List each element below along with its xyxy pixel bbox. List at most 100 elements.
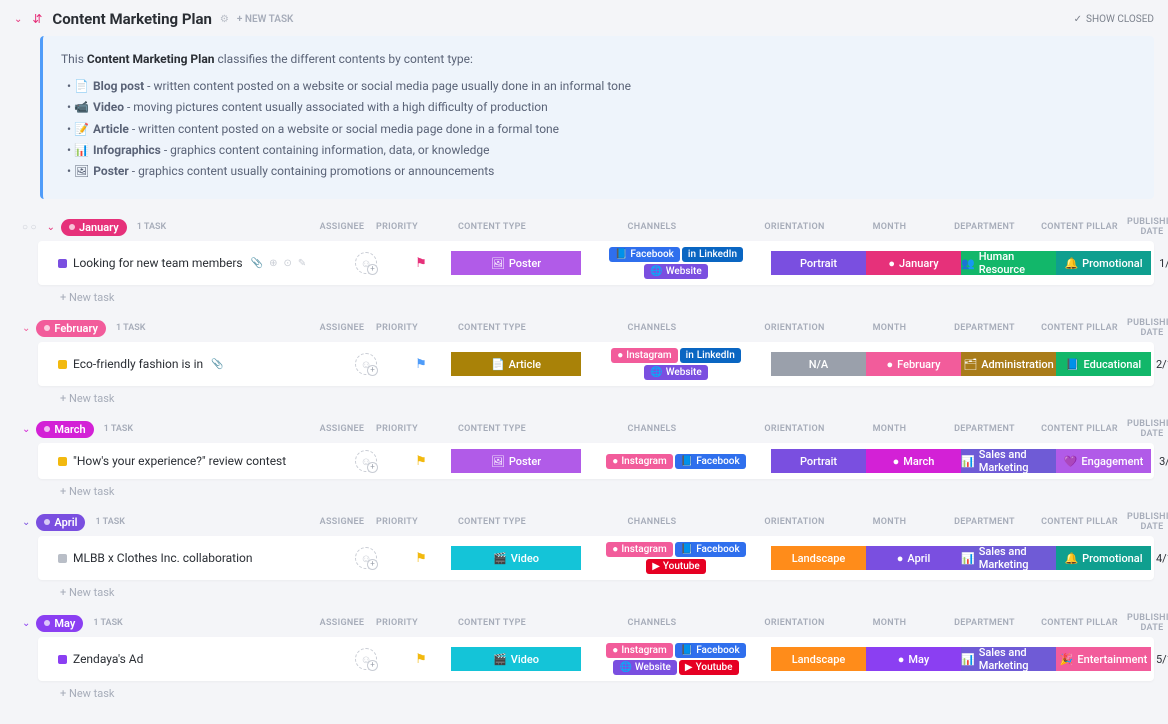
- channel-chip-facebook[interactable]: 📘Facebook: [675, 454, 746, 469]
- month-badge[interactable]: January: [61, 219, 127, 236]
- chevron-down-icon[interactable]: ⌄: [22, 618, 30, 629]
- assignee-cell[interactable]: ☺: [341, 547, 391, 569]
- task-name-cell[interactable]: Eco-friendly fashion is in📎: [46, 357, 341, 371]
- publishing-date[interactable]: 2/15/23: [1151, 358, 1168, 371]
- col-head-month[interactable]: MONTH: [842, 424, 937, 434]
- chevron-down-icon[interactable]: ⌄: [22, 517, 30, 528]
- col-head-publishing_date[interactable]: PUBLISHING DATE: [1127, 613, 1168, 633]
- channel-chip-website[interactable]: 🌐Website: [644, 264, 707, 279]
- priority-flag-icon[interactable]: ⚑: [391, 256, 451, 271]
- new-task-button[interactable]: + NEW TASK: [237, 14, 294, 25]
- col-head-month[interactable]: MONTH: [842, 618, 937, 628]
- task-row[interactable]: Eco-friendly fashion is in📎☺⚑📄Article●In…: [38, 342, 1154, 386]
- col-head-orientation[interactable]: ORIENTATION: [747, 424, 842, 434]
- col-head-channels[interactable]: CHANNELS: [557, 424, 747, 434]
- publishing-date[interactable]: 4/12/23: [1151, 552, 1168, 565]
- group-title[interactable]: ○ ○⌄January1 TASK: [22, 219, 317, 236]
- row-hover-controls[interactable]: ○ ○: [22, 222, 37, 233]
- orientation-cell[interactable]: Landscape: [771, 647, 866, 671]
- col-head-publishing_date[interactable]: PUBLISHING DATE: [1127, 419, 1168, 439]
- publishing-date[interactable]: 5/18/23: [1151, 653, 1168, 666]
- col-head-month[interactable]: MONTH: [842, 222, 937, 232]
- channels-cell[interactable]: 📘FacebookinLinkedIn🌐Website: [581, 247, 771, 279]
- status-square[interactable]: [58, 360, 67, 369]
- new-task-row[interactable]: + New task: [60, 291, 1154, 304]
- assignee-add-icon[interactable]: ☺: [355, 648, 377, 670]
- group-title[interactable]: ⌄May1 TASK: [22, 615, 317, 632]
- col-head-orientation[interactable]: ORIENTATION: [747, 323, 842, 333]
- col-head-content_type[interactable]: CONTENT TYPE: [427, 618, 557, 628]
- orientation-cell[interactable]: Portrait: [771, 251, 866, 275]
- month-cell[interactable]: ●March: [866, 449, 961, 473]
- channel-chip-instagram[interactable]: ●Instagram: [606, 454, 672, 469]
- orientation-cell[interactable]: N/A: [771, 352, 866, 376]
- col-head-content_pillar[interactable]: CONTENT PILLAR: [1032, 517, 1127, 527]
- channel-chip-website[interactable]: 🌐Website: [644, 365, 707, 380]
- col-head-publishing_date[interactable]: PUBLISHING DATE: [1127, 217, 1168, 237]
- col-head-department[interactable]: DEPARTMENT: [937, 618, 1032, 628]
- col-head-priority[interactable]: PRIORITY: [367, 618, 427, 628]
- channels-cell[interactable]: ●Instagram📘Facebook: [581, 454, 771, 469]
- content-type-cell[interactable]: 🖼Poster: [451, 251, 581, 275]
- collapse-all-icon[interactable]: ⌄: [14, 14, 22, 25]
- chevron-down-icon[interactable]: ⌄: [22, 323, 30, 334]
- col-head-orientation[interactable]: ORIENTATION: [747, 222, 842, 232]
- channel-chip-linkedin[interactable]: inLinkedIn: [680, 348, 741, 363]
- pillar-cell[interactable]: 🔔Promotional: [1056, 251, 1151, 275]
- status-square[interactable]: [58, 259, 67, 268]
- department-cell[interactable]: 👥Human Resource: [961, 251, 1056, 275]
- channels-cell[interactable]: ●InstagraminLinkedIn 🌐Website: [581, 348, 771, 380]
- gear-icon[interactable]: ⚙: [220, 14, 229, 25]
- assignee-add-icon[interactable]: ☺: [355, 252, 377, 274]
- paperclip-icon[interactable]: 📎: [211, 359, 223, 370]
- content-type-cell[interactable]: 📄Article: [451, 352, 581, 376]
- pillar-cell[interactable]: 📘Educational: [1056, 352, 1151, 376]
- channel-chip-instagram[interactable]: ●Instagram: [611, 348, 677, 363]
- col-head-content_type[interactable]: CONTENT TYPE: [427, 517, 557, 527]
- chevron-down-icon[interactable]: ⌄: [22, 424, 30, 435]
- col-head-content_pillar[interactable]: CONTENT PILLAR: [1032, 323, 1127, 333]
- col-head-content_type[interactable]: CONTENT TYPE: [427, 424, 557, 434]
- channel-chip-youtube[interactable]: ▶Youtube: [679, 660, 739, 675]
- new-task-row[interactable]: + New task: [60, 586, 1154, 599]
- col-head-orientation[interactable]: ORIENTATION: [747, 618, 842, 628]
- col-head-assignee[interactable]: ASSIGNEE: [317, 323, 367, 333]
- orientation-cell[interactable]: Portrait: [771, 449, 866, 473]
- month-badge[interactable]: May: [36, 615, 83, 632]
- col-head-priority[interactable]: PRIORITY: [367, 424, 427, 434]
- status-square[interactable]: [58, 554, 67, 563]
- col-head-assignee[interactable]: ASSIGNEE: [317, 424, 367, 434]
- row-action-icons[interactable]: ⊕⊙✎: [269, 258, 306, 269]
- task-name-cell[interactable]: MLBB x Clothes Inc. collaboration: [46, 551, 341, 565]
- col-head-channels[interactable]: CHANNELS: [557, 618, 747, 628]
- channels-cell[interactable]: ●Instagram📘Facebook▶Youtube: [581, 542, 771, 574]
- col-head-assignee[interactable]: ASSIGNEE: [317, 517, 367, 527]
- task-name-cell[interactable]: "How's your experience?" review contest: [46, 454, 341, 468]
- group-title[interactable]: ⌄February1 TASK: [22, 320, 317, 337]
- task-name-cell[interactable]: Looking for new team members📎⊕⊙✎: [46, 256, 341, 270]
- col-head-department[interactable]: DEPARTMENT: [937, 222, 1032, 232]
- col-head-publishing_date[interactable]: PUBLISHING DATE: [1127, 512, 1168, 532]
- group-title[interactable]: ⌄March1 TASK: [22, 421, 317, 438]
- channel-chip-website[interactable]: 🌐Website: [613, 660, 676, 675]
- channel-chip-facebook[interactable]: 📘Facebook: [675, 643, 746, 658]
- chevron-down-icon[interactable]: ⌄: [47, 222, 55, 233]
- month-badge[interactable]: February: [36, 320, 106, 337]
- col-head-content_pillar[interactable]: CONTENT PILLAR: [1032, 222, 1127, 232]
- subtask-icon[interactable]: ⊕: [269, 258, 277, 269]
- col-head-publishing_date[interactable]: PUBLISHING DATE: [1127, 318, 1168, 338]
- col-head-content_pillar[interactable]: CONTENT PILLAR: [1032, 424, 1127, 434]
- col-head-department[interactable]: DEPARTMENT: [937, 517, 1032, 527]
- priority-flag-icon[interactable]: ⚑: [391, 551, 451, 566]
- content-type-cell[interactable]: 🎬Video: [451, 647, 581, 671]
- col-head-content_pillar[interactable]: CONTENT PILLAR: [1032, 618, 1127, 628]
- department-cell[interactable]: 🗂Administration: [961, 352, 1056, 376]
- department-cell[interactable]: 📊Sales and Marketing: [961, 449, 1056, 473]
- channel-chip-linkedin[interactable]: inLinkedIn: [682, 247, 743, 262]
- month-badge[interactable]: April: [36, 514, 85, 531]
- task-row[interactable]: Zendaya's Ad☺⚑🎬Video●Instagram📘Facebook🌐…: [38, 637, 1154, 681]
- new-task-row[interactable]: + New task: [60, 485, 1154, 498]
- col-head-channels[interactable]: CHANNELS: [557, 323, 747, 333]
- new-task-row[interactable]: + New task: [60, 392, 1154, 405]
- col-head-assignee[interactable]: ASSIGNEE: [317, 222, 367, 232]
